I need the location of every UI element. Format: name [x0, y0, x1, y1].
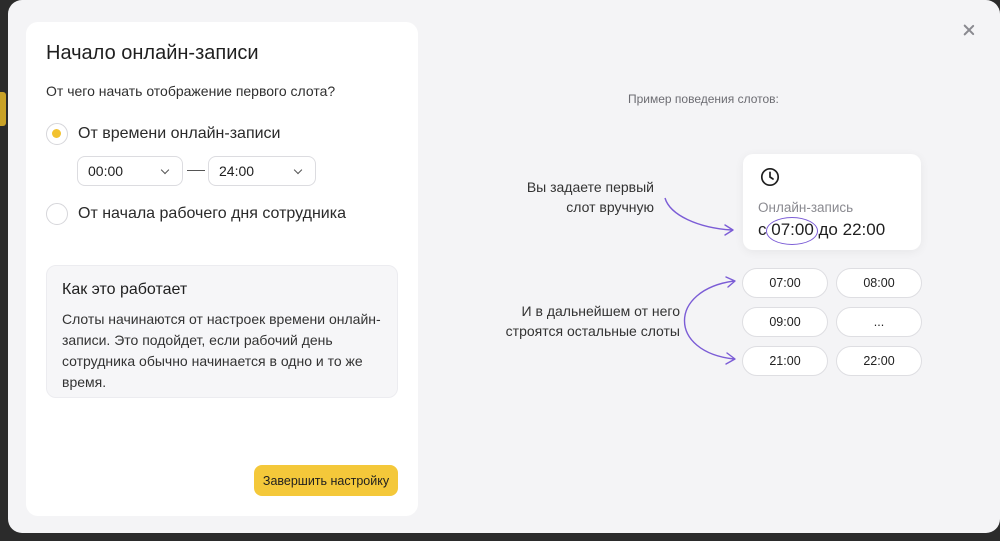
radio-label: От начала рабочего дня сотрудника	[78, 205, 346, 222]
slot-button[interactable]: 08:00	[836, 268, 922, 298]
info-title: Как это работает	[62, 281, 188, 298]
how-it-works-box: Как это работает Слоты начинаются от нас…	[46, 265, 398, 398]
slot-button[interactable]: 07:00	[742, 268, 828, 298]
highlighted-start-time: 07:00	[766, 217, 819, 245]
time-to-value: 24:00	[219, 163, 255, 179]
highlight-ellipse	[766, 217, 819, 245]
online-booking-card: Онлайн-запись с 07:00 до 22:00	[743, 154, 921, 250]
arrow-down-head	[725, 352, 736, 365]
arrow-up-head	[725, 276, 736, 288]
arrow-first-slot-head	[724, 224, 734, 236]
chevron-down-icon	[293, 165, 303, 175]
card-time-range: с 07:00 до 22:00	[758, 217, 886, 245]
radio-checked-icon[interactable]	[46, 123, 68, 145]
close-icon[interactable]	[958, 20, 980, 42]
example-caption: Пример поведения слотов:	[628, 92, 779, 106]
time-from-value: 00:00	[88, 163, 124, 179]
slot-button[interactable]: 09:00	[742, 307, 828, 337]
background-accent	[0, 92, 6, 126]
onboarding-modal: Начало онлайн-записи От чего начать отоб…	[8, 0, 1000, 533]
finish-setup-button[interactable]: Завершить настройку	[254, 465, 398, 496]
annotation-line: строятся остальные слоты	[505, 323, 680, 339]
annotation-line: И в дальнейшем от него	[521, 303, 680, 319]
annotation-line: Вы задаете первый	[526, 179, 654, 195]
range-dash	[187, 170, 205, 171]
radio-unchecked-icon[interactable]	[46, 203, 68, 225]
annotation-other-slots: И в дальнейшем от него строятся остальны…	[474, 301, 680, 341]
time-from-select[interactable]: 00:00	[77, 156, 183, 186]
card-prefix: с	[758, 220, 767, 239]
card-label: Онлайн-запись	[758, 200, 854, 215]
arrow-first-slot	[664, 197, 733, 231]
clock-icon	[760, 167, 780, 187]
card-suffix: до 22:00	[818, 220, 886, 239]
settings-panel: Начало онлайн-записи От чего начать отоб…	[26, 22, 418, 516]
info-text: Слоты начинаются от настроек времени онл…	[62, 311, 381, 390]
annotation-first-slot: Вы задаете первый слот вручную	[478, 177, 654, 217]
radio-online-time[interactable]: От времени онлайн-записи	[46, 123, 280, 145]
slot-button[interactable]: ...	[836, 307, 922, 337]
chevron-down-icon	[160, 165, 170, 175]
time-to-select[interactable]: 24:00	[208, 156, 316, 186]
annotation-line: слот вручную	[566, 199, 654, 215]
slot-button[interactable]: 22:00	[836, 346, 922, 376]
question-text: От чего начать отображение первого слота…	[46, 83, 336, 99]
slot-button[interactable]: 21:00	[742, 346, 828, 376]
radio-label: От времени онлайн-записи	[78, 125, 281, 142]
arrow-other-slots	[683, 280, 735, 360]
modal-title: Начало онлайн-записи	[46, 42, 259, 64]
radio-workday-start[interactable]: От начала рабочего дня сотрудника	[46, 203, 346, 225]
